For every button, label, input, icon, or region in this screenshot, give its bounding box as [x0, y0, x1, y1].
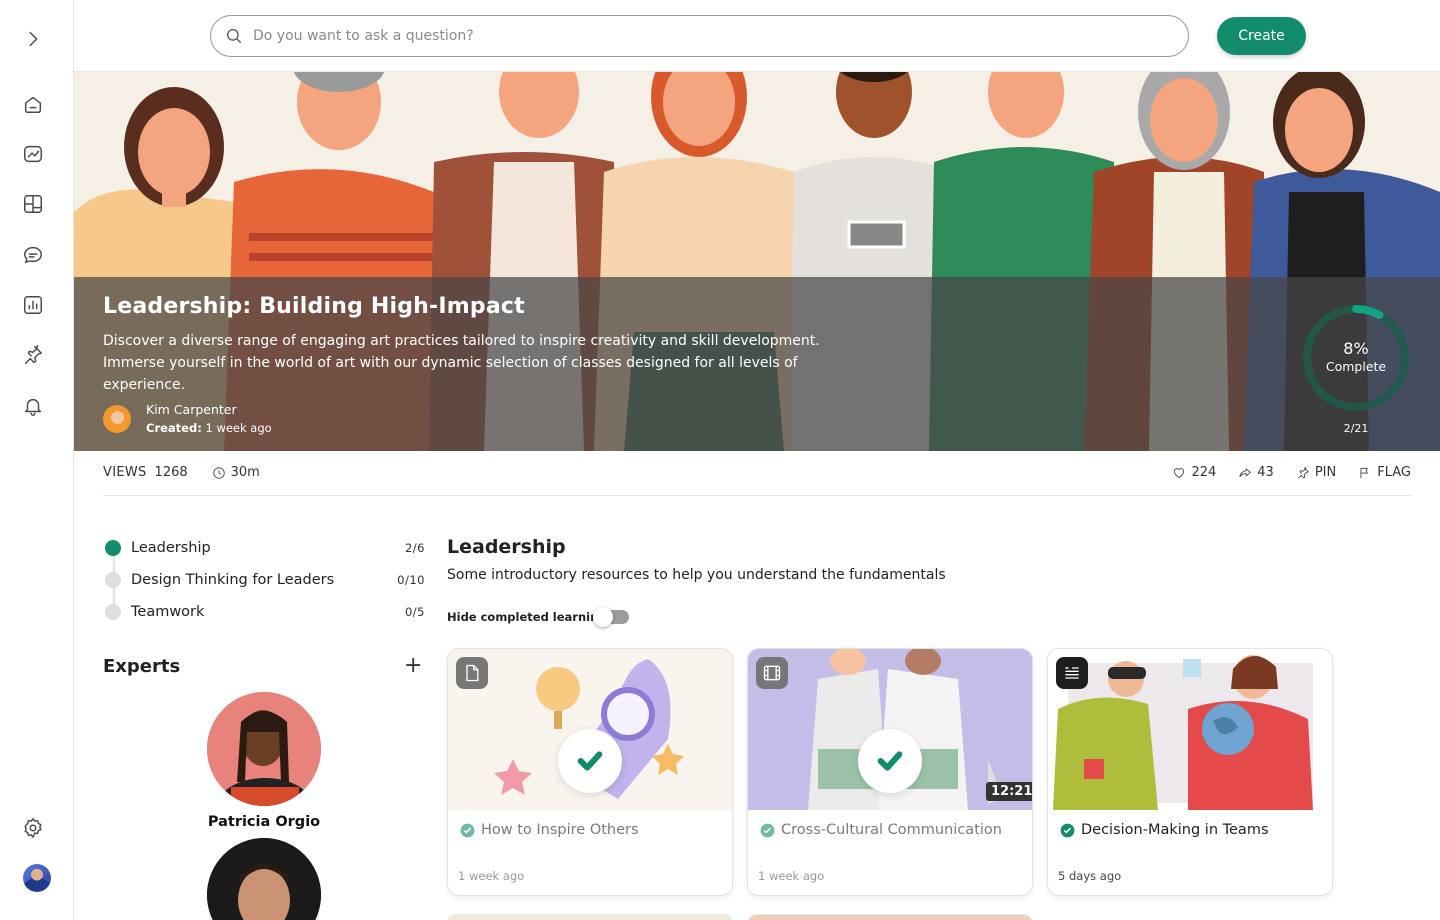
create-button[interactable]: Create	[1217, 17, 1306, 55]
verified-badge-icon	[460, 823, 475, 837]
expert-avatar[interactable]	[207, 838, 321, 920]
card-thumbnail	[1048, 649, 1332, 810]
share-count: 43	[1257, 465, 1274, 480]
course-hero: Leadership: Building High-Impact Discove…	[74, 72, 1440, 451]
created-label: Created:	[146, 421, 202, 435]
progress-label: Complete	[1325, 359, 1387, 374]
author-avatar[interactable]	[103, 405, 131, 433]
pin-button[interactable]: PIN	[1296, 465, 1336, 480]
card-date: 1 week ago	[458, 869, 525, 883]
like-button[interactable]: 224	[1172, 465, 1216, 480]
created-info: Created: 1 week ago	[146, 421, 272, 435]
progress-ring	[1303, 305, 1409, 411]
home-icon[interactable]	[20, 91, 46, 117]
progress-count: 2/21	[1343, 422, 1369, 435]
document-icon	[456, 657, 488, 689]
toggle-knob	[593, 607, 613, 627]
add-expert-button[interactable]: +	[404, 655, 422, 677]
chat-icon[interactable]	[20, 242, 46, 268]
card-title-text: Decision-Making in Teams	[1081, 822, 1269, 838]
verified-badge-icon	[760, 823, 775, 837]
dashboard-grid-icon[interactable]	[20, 191, 46, 217]
experts-heading: Experts	[103, 656, 181, 677]
quote-list-icon	[1056, 657, 1088, 689]
search-input[interactable]	[253, 28, 1133, 44]
card-title: Decision-Making in Teams	[1060, 822, 1269, 838]
verified-badge-icon	[1060, 823, 1075, 837]
trending-chart-icon[interactable]	[20, 141, 46, 167]
expand-sidebar-chevron-right-icon[interactable]	[20, 26, 46, 52]
progress-percent: 8%	[1343, 339, 1369, 358]
divider	[103, 495, 1411, 496]
expert-portrait	[207, 838, 321, 920]
learning-card[interactable]: How to Inspire Others 1 week ago	[447, 648, 733, 896]
module-name: Design Thinking for Leaders	[131, 572, 335, 588]
search-bar[interactable]	[210, 15, 1189, 57]
next-card-peek	[747, 914, 1033, 920]
duration-value: 30m	[230, 465, 260, 480]
course-stats: VIEWS 1268 30m	[103, 465, 260, 480]
course-actions: 224 43 PIN FLAG	[1150, 465, 1411, 480]
top-bar: Create	[74, 0, 1440, 72]
card-date: 1 week ago	[758, 869, 825, 883]
section-description: Some introductory resources to help you …	[447, 567, 946, 583]
gear-icon[interactable]	[20, 815, 46, 841]
hide-completed-toggle[interactable]	[593, 607, 629, 627]
card-title: How to Inspire Others	[460, 822, 639, 838]
card-title: Cross-Cultural Communication	[760, 822, 1002, 838]
share-icon	[1239, 467, 1252, 477]
analytics-icon[interactable]	[20, 292, 46, 318]
learning-card[interactable]: Decision-Making in Teams 5 days ago	[1047, 648, 1333, 896]
module-status-dot	[105, 540, 121, 556]
module-count: 2/6	[404, 541, 425, 555]
module-item-leadership[interactable]: Leadership 2/6	[103, 532, 428, 564]
card-title-text: Cross-Cultural Communication	[781, 822, 1002, 838]
views-count: 1268	[154, 465, 188, 480]
pin-icon	[1297, 466, 1309, 479]
sidebar	[0, 0, 74, 920]
module-item-teamwork[interactable]: Teamwork 0/5	[103, 596, 428, 628]
like-count: 224	[1191, 465, 1217, 480]
course-title: Leadership: Building High-Impact	[103, 294, 525, 319]
flag-icon	[1360, 467, 1369, 478]
module-count: 0/5	[404, 605, 425, 619]
duration: 30m	[212, 465, 260, 480]
expert-portrait	[207, 692, 321, 806]
module-status-dot	[105, 572, 121, 588]
share-button[interactable]: 43	[1238, 465, 1274, 480]
module-item-design-thinking[interactable]: Design Thinking for Leaders 0/10	[103, 564, 428, 596]
section-title: Leadership	[447, 536, 566, 558]
module-count: 0/10	[397, 573, 425, 587]
card-title-text: How to Inspire Others	[481, 822, 639, 838]
created-value: 1 week ago	[205, 421, 272, 435]
user-avatar[interactable]	[23, 864, 51, 892]
heart-icon	[1174, 467, 1185, 478]
module-name: Leadership	[131, 540, 211, 556]
expert-avatar[interactable]	[207, 692, 321, 806]
course-description: Discover a diverse range of engaging art…	[103, 333, 820, 393]
learning-card[interactable]: 12:21 Cross-Cultural Communication 1 wee…	[747, 648, 1033, 896]
hide-completed-label: Hide completed learning	[447, 610, 607, 624]
search-icon	[226, 28, 242, 44]
expert-name[interactable]: Patricia Orgio	[190, 814, 338, 830]
clock-icon	[212, 466, 225, 479]
video-icon	[756, 657, 788, 689]
pin-label: PIN	[1314, 465, 1337, 480]
video-duration: 12:21	[986, 782, 1032, 801]
module-list: Leadership 2/6 Design Thinking for Leade…	[103, 532, 428, 628]
flag-button[interactable]: FLAG	[1358, 465, 1411, 480]
completed-check-icon	[558, 729, 622, 793]
next-card-peek	[447, 914, 733, 920]
completed-check-icon	[858, 729, 922, 793]
module-status-dot	[105, 604, 121, 620]
pin-icon[interactable]	[20, 342, 46, 368]
bell-icon[interactable]	[20, 393, 46, 419]
module-name: Teamwork	[131, 604, 205, 620]
card-date: 5 days ago	[1058, 869, 1122, 883]
flag-label: FLAG	[1377, 465, 1411, 480]
views-label: VIEWS	[103, 465, 147, 480]
author-name[interactable]: Kim Carpenter	[146, 402, 237, 417]
